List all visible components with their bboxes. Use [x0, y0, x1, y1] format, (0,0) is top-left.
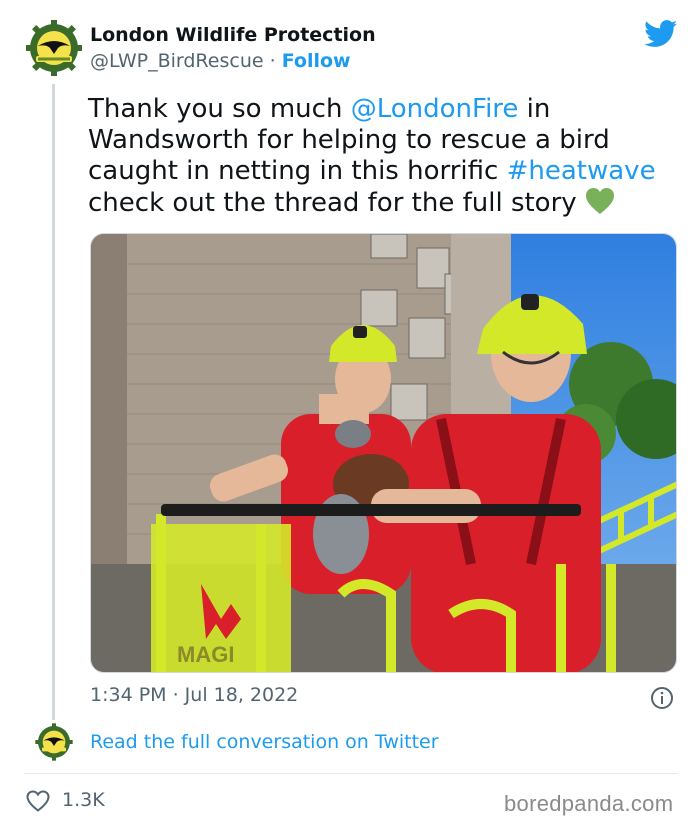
hashtag-heatwave[interactable]: #heatwave — [507, 156, 656, 186]
thread-connector-line — [52, 84, 55, 720]
firefighters-holding-pigeon-photo: MAGI — [91, 234, 676, 672]
author-handle[interactable]: @LWP_BirdRescue — [90, 50, 264, 72]
twitter-bird-icon[interactable] — [644, 20, 678, 48]
tweet-line-4: check out the thread for the full story — [88, 187, 678, 223]
tweet-text-segment: Thank you so much — [88, 94, 351, 124]
tweet-text-segment: check out the thread for the full story — [88, 188, 585, 218]
tweet-text: Thank you so much @LondonFire in Wandswo… — [88, 94, 678, 223]
info-icon[interactable] — [650, 686, 674, 710]
wildlife-crest-icon — [34, 722, 74, 762]
tweet-line-3: caught in netting in this horrific #heat… — [88, 156, 678, 187]
footer-divider — [24, 773, 678, 774]
author-avatar[interactable] — [24, 18, 84, 78]
watermark: boredpanda.com — [504, 791, 674, 816]
tweet-line-1: Thank you so much @LondonFire in — [88, 94, 678, 125]
tweet-line-2: Wandsworth for helping to rescue a bird — [88, 125, 610, 155]
read-full-conversation-link[interactable]: Read the full conversation on Twitter — [90, 731, 439, 753]
like-count[interactable]: 1.3K — [62, 789, 105, 811]
green-heart-icon — [585, 187, 615, 223]
tweet-text-segment: caught in netting in this horrific — [88, 156, 507, 186]
author-name[interactable]: London Wildlife Protection — [90, 24, 376, 46]
wildlife-crest-icon — [25, 19, 83, 77]
heart-outline-icon[interactable] — [26, 790, 50, 812]
handle-separator: · — [263, 50, 282, 72]
author-handle-row: @LWP_BirdRescue · Follow — [90, 50, 351, 72]
mention-london-fire[interactable]: @LondonFire — [351, 94, 519, 124]
tweet-photo[interactable]: MAGI — [90, 233, 677, 673]
tweet-text-segment: in — [518, 94, 551, 124]
tweet-timestamp[interactable]: 1:34 PM · Jul 18, 2022 — [90, 684, 298, 706]
vehicle-text: MAGI — [177, 642, 234, 667]
tweet-card: London Wildlife Protection @LWP_BirdResc… — [0, 0, 700, 826]
follow-button[interactable]: Follow — [282, 50, 351, 72]
thread-avatar[interactable] — [34, 722, 74, 762]
